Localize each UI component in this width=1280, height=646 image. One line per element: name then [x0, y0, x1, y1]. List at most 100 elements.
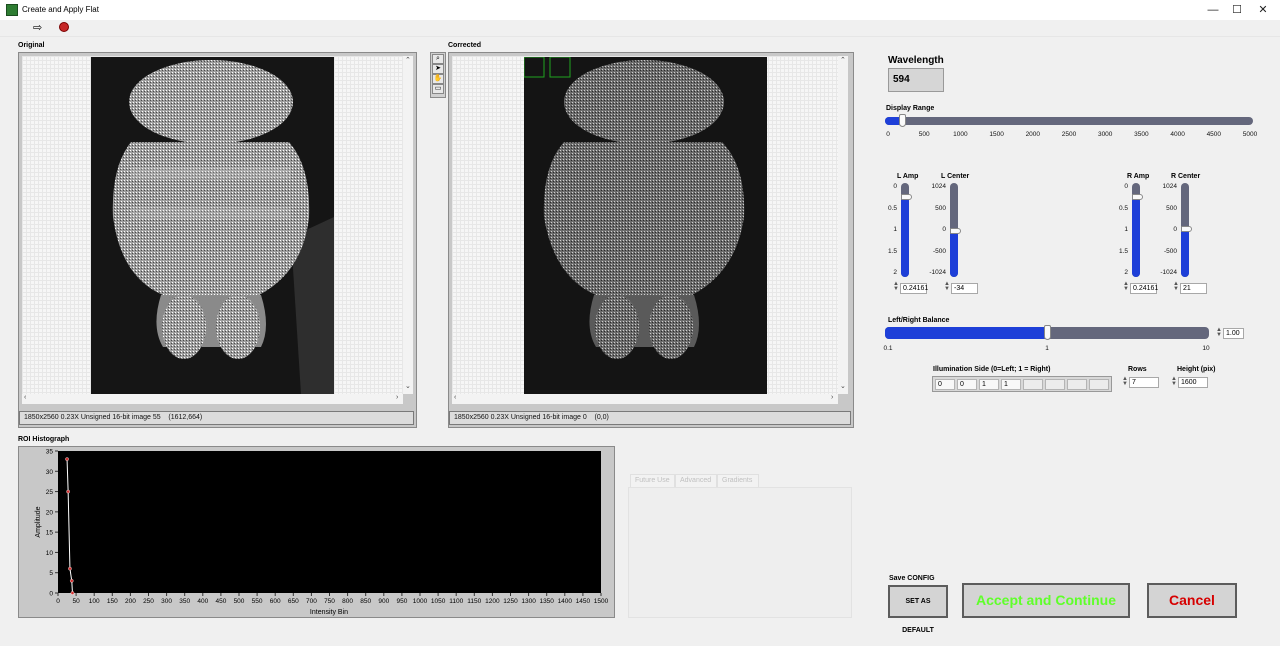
corrected-label: Corrected	[448, 42, 482, 49]
close-button[interactable]: ✕	[1240, 0, 1280, 20]
histogram-point	[65, 457, 69, 461]
histogram-chart: 0 5 10 15 20 25 30 35 0 50 100 150 200 250 300 350 400 4…	[35, 449, 609, 617]
cancel-button[interactable]: Cancel	[1147, 583, 1237, 618]
rows-spinner-icon[interactable]: ▲ ▼	[1122, 376, 1128, 387]
x-tick-label: 0	[56, 598, 60, 605]
x-tick-label: 200	[125, 598, 136, 605]
scroll-up-icon[interactable]: ⌃	[840, 56, 846, 64]
y-tick-label: 35	[46, 449, 54, 456]
scroll-down-icon[interactable]: ⌄	[840, 382, 846, 390]
r-center-value-field[interactable]: 21	[1180, 283, 1207, 294]
abort-stop-icon[interactable]	[59, 22, 69, 32]
x-tick-label: 100	[89, 598, 100, 605]
pan-hand-tool-icon[interactable]: ✋	[432, 74, 444, 84]
illumination-element[interactable]	[1023, 379, 1043, 390]
illumination-element[interactable]	[1089, 379, 1109, 390]
y-tick-label: 10	[46, 550, 54, 557]
r-center-tick-label: 500	[1166, 204, 1177, 212]
balance-slider-thumb[interactable]	[1044, 325, 1051, 340]
scroll-up-icon[interactable]: ⌃	[405, 56, 411, 64]
y-tick-label: 5	[49, 570, 53, 577]
original-brain-image	[91, 57, 334, 394]
x-tick-label: 1300	[521, 598, 536, 605]
illumination-element[interactable]	[1045, 379, 1065, 390]
original-label: Original	[18, 42, 45, 49]
tab-future-use[interactable]: Future Use	[630, 474, 675, 487]
illumination-element[interactable]	[1067, 379, 1087, 390]
illumination-element[interactable]: 0	[957, 379, 977, 390]
histogram-point	[69, 579, 74, 583]
wavelength-label: Wavelength	[888, 55, 944, 66]
r-amp-label: R Amp	[1127, 173, 1150, 180]
original-vertical-scrollbar[interactable]: ⌃ ⌄	[403, 56, 413, 394]
scroll-left-icon[interactable]: ‹	[24, 394, 26, 401]
corrected-horizontal-scrollbar[interactable]: ‹ ›	[452, 394, 838, 404]
scroll-right-icon[interactable]: ›	[831, 394, 833, 401]
balance-tick-label: 1	[1045, 345, 1049, 352]
run-arrow-icon[interactable]: ⇨	[33, 22, 42, 34]
accept-and-continue-button[interactable]: Accept and Continue	[962, 583, 1130, 618]
l-center-tick-label: -1024	[929, 269, 946, 276]
height-spinner-icon[interactable]: ▲ ▼	[1171, 376, 1177, 387]
tab-advanced[interactable]: Advanced	[675, 474, 717, 487]
balance-tick-label: 10	[1202, 345, 1210, 352]
l-center-spinner-icon[interactable]: ▲ ▼	[944, 281, 950, 292]
l-center-slider-thumb[interactable]	[950, 228, 961, 235]
scroll-right-icon[interactable]: ›	[396, 394, 398, 401]
r-center-spinner-icon[interactable]: ▲ ▼	[1173, 281, 1179, 292]
x-tick-label: 400	[197, 598, 208, 605]
l-amp-slider-thumb[interactable]	[901, 194, 912, 201]
x-tick-label: 800	[342, 598, 353, 605]
x-tick-label: 700	[306, 598, 317, 605]
app-icon	[6, 4, 18, 16]
l-amp-tick-label: 2	[893, 269, 897, 276]
display-range-slider-thumb[interactable]	[899, 114, 907, 127]
x-tick-label: 300	[161, 598, 172, 605]
corrected-vertical-scrollbar[interactable]: ⌃ ⌄	[838, 56, 848, 394]
balance-spinner-icon[interactable]: ▲ ▼	[1216, 327, 1222, 338]
tab-gradients[interactable]: Gradients	[717, 474, 759, 487]
histogram-x-axis-label: Intensity Bin	[310, 609, 348, 616]
x-tick-label: 850	[360, 598, 371, 605]
balance-value-field[interactable]: 1.00	[1223, 328, 1244, 339]
x-tick-label: 1350	[539, 598, 554, 605]
height-value-field[interactable]: 1600	[1178, 377, 1208, 388]
l-center-slider-fill	[950, 231, 958, 277]
rectangle-tool-icon[interactable]: ▭	[432, 84, 444, 94]
scroll-down-icon[interactable]: ⌄	[405, 382, 411, 390]
x-tick-label: 1100	[449, 598, 463, 605]
r-amp-slider-thumb[interactable]	[1132, 194, 1143, 201]
set-as-default-button[interactable]: SET AS DEFAULT	[888, 585, 948, 634]
zoom-tool-icon[interactable]: ⌕	[432, 54, 444, 64]
l-amp-tick-label: 0.5	[887, 204, 897, 212]
window-title: Create and Apply Flat	[22, 5, 99, 14]
x-tick-label: 50	[72, 598, 80, 605]
pointer-tool-icon[interactable]: ➤	[432, 64, 444, 74]
l-amp-value-field[interactable]: 0.24161	[900, 283, 928, 294]
original-horizontal-scrollbar[interactable]: ‹ ›	[22, 394, 403, 404]
y-tick-label: 0	[49, 591, 53, 598]
illumination-element[interactable]: 0	[935, 379, 955, 390]
illumination-element[interactable]: 1	[1001, 379, 1021, 390]
rows-value-field[interactable]: 7	[1129, 377, 1159, 388]
balance-label: Left/Right Balance	[888, 317, 950, 324]
x-tick-label: 450	[215, 598, 226, 605]
y-tick-label: 25	[46, 489, 54, 496]
r-amp-value-field[interactable]: 0.24161	[1130, 283, 1158, 294]
display-range-slider-track[interactable]	[885, 117, 1253, 125]
l-amp-spinner-icon[interactable]: ▲ ▼	[893, 281, 899, 292]
l-amp-tick-label: 1.5	[887, 247, 897, 255]
save-config-label: Save CONFIG	[889, 575, 935, 582]
l-center-value-field[interactable]: -34	[951, 283, 978, 294]
x-tick-label: 750	[324, 598, 335, 605]
height-label: Height (pix)	[1177, 366, 1216, 373]
illumination-element[interactable]: 1	[979, 379, 999, 390]
l-center-tick-label: 500	[935, 204, 946, 212]
display-range-tick-label: 4000	[1170, 131, 1185, 138]
illumination-label: Illumination Side (0=Left; 1 = Right)	[933, 366, 1051, 373]
scroll-left-icon[interactable]: ‹	[454, 394, 456, 401]
r-center-slider-thumb[interactable]	[1181, 226, 1192, 233]
r-amp-slider-fill	[1132, 197, 1140, 277]
r-amp-spinner-icon[interactable]: ▲ ▼	[1123, 281, 1129, 292]
histogram-plot-area	[58, 451, 601, 593]
